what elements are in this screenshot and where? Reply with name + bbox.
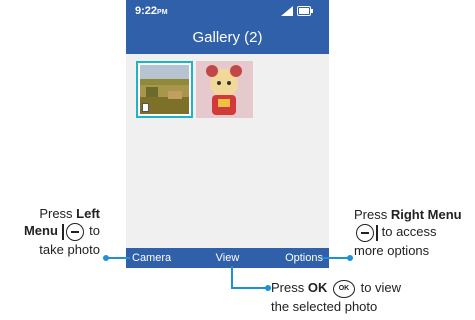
callout-left-menu: Press Left Menu to take photo (23, 206, 100, 257)
status-time: 9:22PM (135, 5, 168, 17)
softkey-bar: Camera View Options (126, 248, 329, 268)
photo-thumbnail[interactable] (196, 61, 253, 118)
key-bracket (61, 223, 64, 240)
battery-icon (297, 6, 313, 16)
left-menu-key-icon (65, 222, 84, 241)
file-icon (142, 103, 149, 112)
status-ampm: PM (157, 9, 168, 16)
callout-ok: Press OK OK to view the selected photo (271, 279, 402, 314)
callout-right-menu: Press Right Menu to access more options (354, 207, 462, 258)
photo-thumbnail-selected[interactable] (136, 61, 193, 118)
ok-key-icon: OK (332, 279, 355, 298)
mascot-photo (196, 61, 253, 118)
softkey-options[interactable]: Options (285, 248, 323, 268)
phone-screen: 9:22PM Gallery (2) Camera View Options (126, 0, 329, 268)
page-title: Gallery (2) (126, 22, 329, 54)
signal-icon (281, 6, 293, 16)
right-menu-key-icon (356, 223, 374, 242)
photo-grid (126, 54, 329, 248)
status-bar: 9:22PM (126, 0, 329, 22)
